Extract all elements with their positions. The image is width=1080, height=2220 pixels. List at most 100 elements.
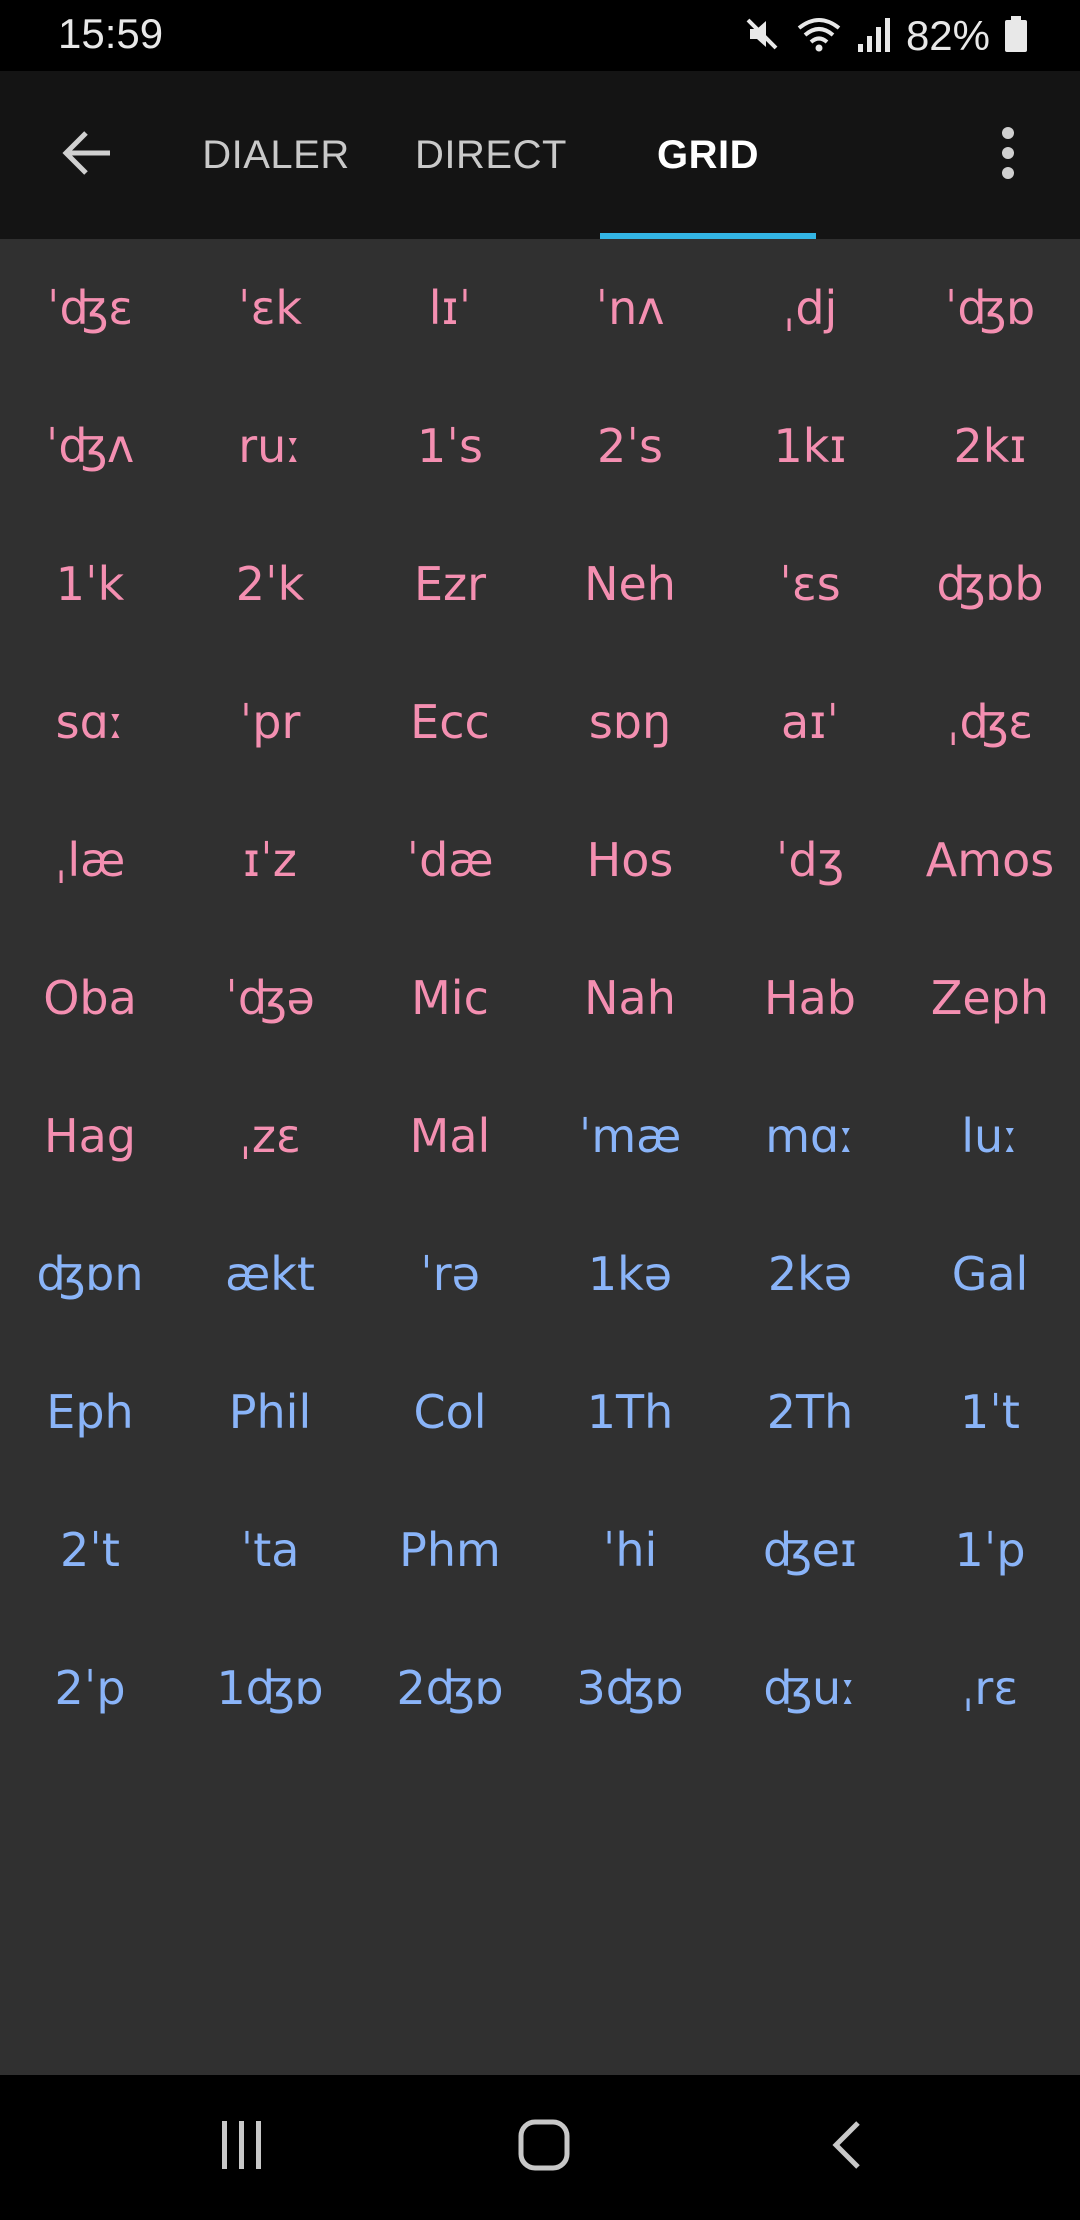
book-cell[interactable]: Phm (360, 1523, 540, 1577)
book-cell[interactable]: lɪˈ (360, 281, 540, 335)
book-cell[interactable]: 1kɪ (720, 419, 900, 473)
book-cell[interactable]: Hab (720, 971, 900, 1025)
book-cell[interactable]: 2ˈp (0, 1661, 180, 1715)
grid-row: Eph Phil Col 1Th 2Th 1ˈt (0, 1343, 1080, 1481)
book-cell[interactable]: Ecc (360, 695, 540, 749)
grid-row: 2ˈt ˈta Phm ˈhi ʤeɪ 1ˈp (0, 1481, 1080, 1619)
book-cell[interactable]: Oba (0, 971, 180, 1025)
book-grid: ˈʤɛ ˈɛk lɪˈ ˈnʌ ˌdj ˈʤɒ ˈʤʌ ruː 1ˈs 2ˈs … (0, 239, 1080, 1757)
book-cell[interactable]: 1Th (540, 1385, 720, 1439)
book-cell[interactable]: ˈrə (360, 1247, 540, 1301)
back-icon (828, 2119, 864, 2176)
back-button[interactable] (40, 107, 136, 203)
recents-icon (218, 2119, 266, 2176)
book-cell[interactable]: ˈpr (180, 695, 360, 749)
book-cell[interactable]: ʤɒb (900, 557, 1080, 611)
grid-row: Hag ˌzɛ Mal ˈmæ mɑː luː (0, 1067, 1080, 1205)
book-cell[interactable]: ˈdæ (360, 833, 540, 887)
grid-row: ˌlæ ɪˈz ˈdæ Hos ˈdʒ Amos (0, 791, 1080, 929)
home-button[interactable] (484, 2097, 604, 2197)
grid-row: 2ˈp 1ʤɒ 2ʤɒ 3ʤɒ ʤuː ˌrɛ (0, 1619, 1080, 1757)
status-time: 15:59 (58, 10, 164, 57)
nav-back-button[interactable] (786, 2097, 906, 2197)
book-cell[interactable]: ˈɛk (180, 281, 360, 335)
book-cell[interactable]: ˌʤɛ (900, 695, 1080, 749)
tab-grid[interactable]: GRID (600, 71, 816, 239)
grid-row: 1ˈk 2ˈk Ezr Neh ˈɛs ʤɒb (0, 515, 1080, 653)
signal-icon (856, 14, 892, 59)
book-cell[interactable]: 3ʤɒ (540, 1661, 720, 1715)
book-cell[interactable]: sɑː (0, 695, 180, 749)
grid-row: ˈʤɛ ˈɛk lɪˈ ˈnʌ ˌdj ˈʤɒ (0, 239, 1080, 377)
book-cell[interactable]: mɑː (720, 1109, 900, 1163)
book-cell[interactable]: Phil (180, 1385, 360, 1439)
book-cell[interactable]: ʤeɪ (720, 1523, 900, 1577)
book-cell[interactable]: Col (360, 1385, 540, 1439)
book-cell[interactable]: ˈʤɒ (900, 281, 1080, 335)
book-cell[interactable]: ʤɒn (0, 1247, 180, 1301)
grid-row: ʤɒn ækt ˈrə 1kə 2kə Gal (0, 1205, 1080, 1343)
book-cell[interactable]: 2kɪ (900, 419, 1080, 473)
more-vert-icon (998, 125, 1018, 186)
arrow-left-icon (60, 125, 116, 186)
book-cell[interactable]: ˌlæ (0, 833, 180, 887)
book-cell[interactable]: Hag (0, 1109, 180, 1163)
overflow-menu-button[interactable] (960, 107, 1056, 203)
tab-dialer[interactable]: DIALER (196, 71, 356, 239)
book-cell[interactable]: Amos (900, 833, 1080, 887)
book-cell[interactable]: Neh (540, 557, 720, 611)
book-cell[interactable]: 2ˈk (180, 557, 360, 611)
book-cell[interactable]: 1ˈk (0, 557, 180, 611)
book-cell[interactable]: 2Th (720, 1385, 900, 1439)
tab-direct[interactable]: DIRECT (406, 71, 576, 239)
book-cell[interactable]: 2ʤɒ (360, 1661, 540, 1715)
book-cell[interactable]: ˌzɛ (180, 1109, 360, 1163)
book-cell[interactable]: ɪˈz (180, 833, 360, 887)
book-cell[interactable]: ʤuː (720, 1661, 900, 1715)
app-bar: DIALER DIRECT GRID (0, 71, 1080, 239)
book-cell[interactable]: Mal (360, 1109, 540, 1163)
status-bar: 15:59 82% (0, 0, 1080, 71)
recents-button[interactable] (182, 2097, 302, 2197)
book-cell[interactable]: Ezr (360, 557, 540, 611)
book-cell[interactable]: 1ˈp (900, 1523, 1080, 1577)
wifi-icon (796, 14, 842, 59)
book-cell[interactable]: ˈnʌ (540, 281, 720, 335)
book-cell[interactable]: 2kə (720, 1247, 900, 1301)
home-icon (517, 2118, 571, 2177)
book-cell[interactable]: ˈhi (540, 1523, 720, 1577)
grid-row: sɑː ˈpr Ecc sɒŋ aɪˈ ˌʤɛ (0, 653, 1080, 791)
book-cell[interactable]: ˈɛs (720, 557, 900, 611)
book-cell[interactable]: 1kə (540, 1247, 720, 1301)
book-cell[interactable]: 2ˈs (540, 419, 720, 473)
book-cell[interactable]: ˌrɛ (900, 1661, 1080, 1715)
book-cell[interactable]: ˈʤʌ (0, 419, 180, 473)
book-cell[interactable]: 2ˈt (0, 1523, 180, 1577)
book-cell[interactable]: 1ˈt (900, 1385, 1080, 1439)
book-cell[interactable]: 1ʤɒ (180, 1661, 360, 1715)
book-cell[interactable]: ruː (180, 419, 360, 473)
grid-row: ˈʤʌ ruː 1ˈs 2ˈs 1kɪ 2kɪ (0, 377, 1080, 515)
book-cell[interactable]: ækt (180, 1247, 360, 1301)
book-cell[interactable]: sɒŋ (540, 695, 720, 749)
book-cell[interactable]: ˈʤɛ (0, 281, 180, 335)
book-cell[interactable]: 1ˈs (360, 419, 540, 473)
mute-icon (742, 14, 782, 59)
book-cell[interactable]: ˈʤə (180, 971, 360, 1025)
book-cell[interactable]: ˈdʒ (720, 833, 900, 887)
battery-percent: 82% (905, 12, 990, 59)
book-cell[interactable]: ˈta (180, 1523, 360, 1577)
book-cell[interactable]: Eph (0, 1385, 180, 1439)
book-cell[interactable]: Zeph (900, 971, 1080, 1025)
system-nav-bar (0, 2075, 1080, 2220)
book-cell[interactable]: Nah (540, 971, 720, 1025)
grid-row: Oba ˈʤə Mic Nah Hab Zeph (0, 929, 1080, 1067)
book-cell[interactable]: ˌdj (720, 281, 900, 335)
book-cell[interactable]: Mic (360, 971, 540, 1025)
book-cell[interactable]: ˈmæ (540, 1109, 720, 1163)
book-cell[interactable]: aɪˈ (720, 695, 900, 749)
battery-icon (1004, 14, 1028, 59)
book-cell[interactable]: Gal (900, 1247, 1080, 1301)
book-cell[interactable]: Hos (540, 833, 720, 887)
book-cell[interactable]: luː (900, 1109, 1080, 1163)
